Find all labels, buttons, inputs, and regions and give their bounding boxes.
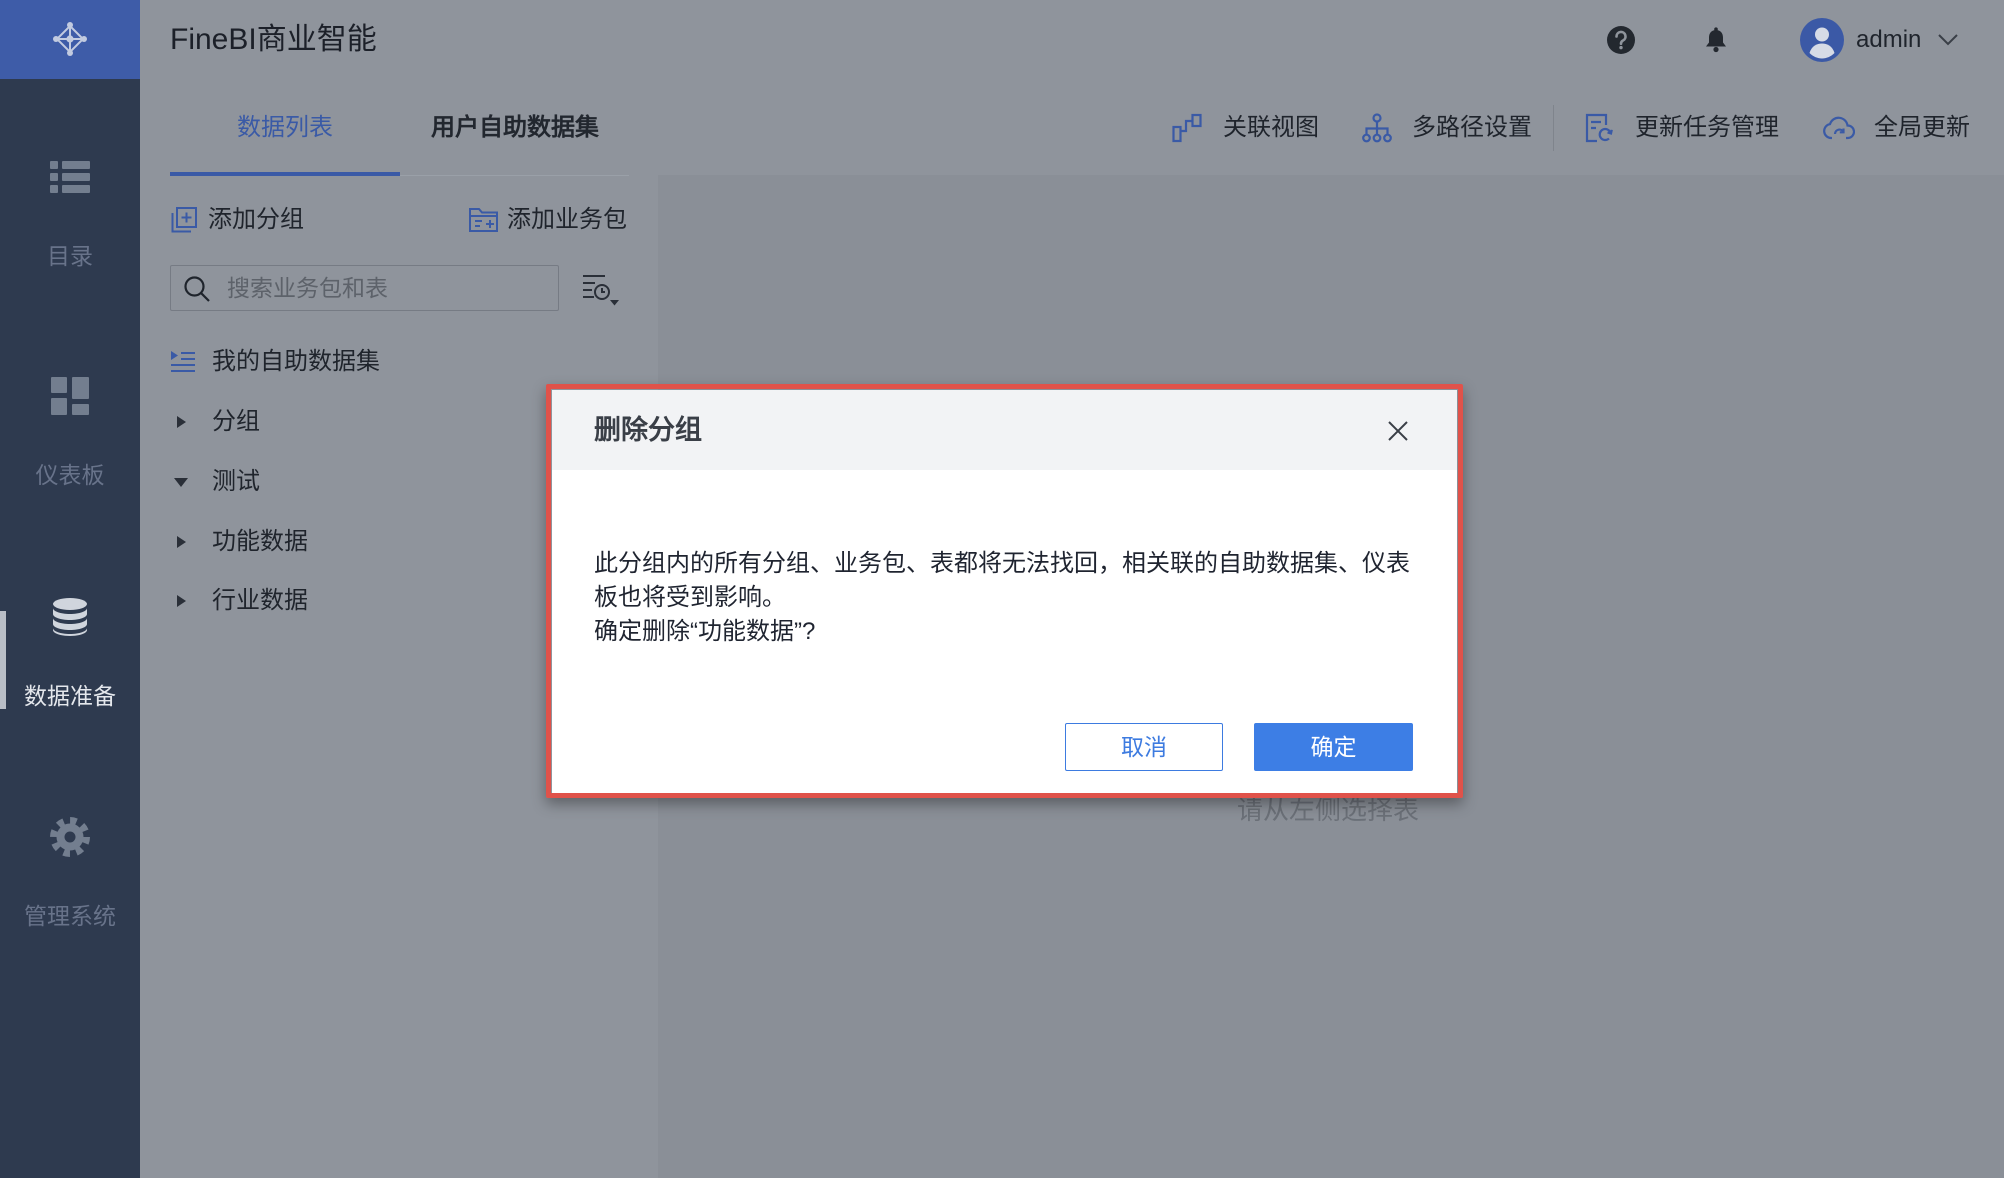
dialog-warning-text: 此分组内的所有分组、业务包、表都将无法找回，相关联的自助数据集、仪表板也将受到影… [594, 550, 1410, 611]
close-icon[interactable] [1386, 419, 1410, 443]
dialog-message: 此分组内的所有分组、业务包、表都将无法找回，相关联的自助数据集、仪表板也将受到影… [594, 547, 1414, 649]
dialog-header: 删除分组 [552, 390, 1457, 470]
dialog-title: 删除分组 [594, 415, 702, 445]
confirm-button[interactable]: 确定 [1254, 723, 1413, 771]
cancel-button[interactable]: 取消 [1065, 723, 1223, 771]
dialog-confirm-question: 确定删除“功能数据”? [594, 618, 816, 645]
delete-group-dialog: 删除分组 此分组内的所有分组、业务包、表都将无法找回，相关联的自助数据集、仪表板… [552, 390, 1457, 793]
